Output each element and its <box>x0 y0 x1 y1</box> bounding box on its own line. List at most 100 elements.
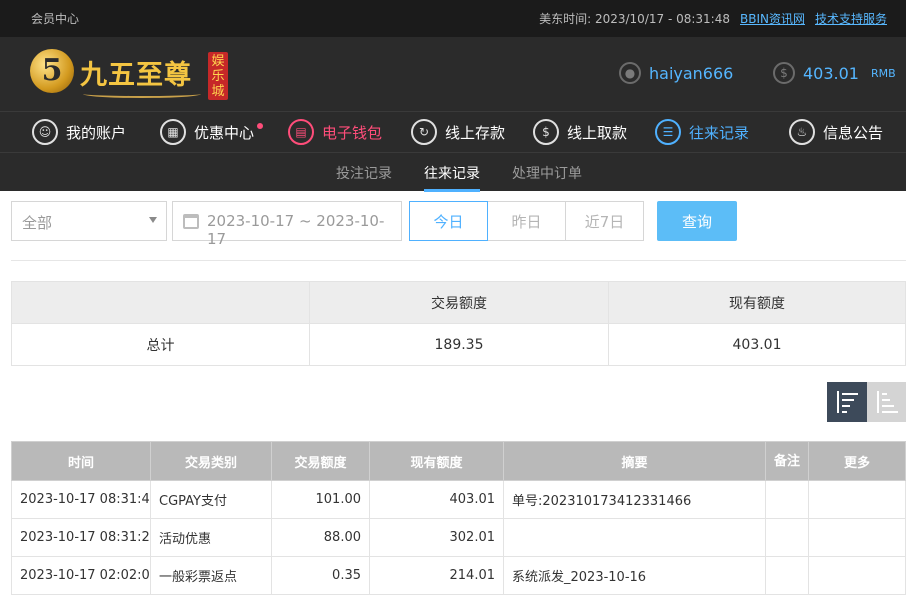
yesterday-button[interactable]: 昨日 <box>487 201 566 241</box>
bell-icon: ♨ <box>789 119 815 145</box>
summary-row: 总计 189.35 403.01 <box>11 323 906 366</box>
records-header-row: 时间 交易类别 交易额度 现有额度 摘要 备注 更多 <box>11 441 906 481</box>
bbin-info-link[interactable]: BBIN资讯网 <box>740 10 805 27</box>
type-select-value: 全部 <box>22 214 53 232</box>
summary-table: 交易额度 现有额度 总计 189.35 403.01 <box>11 281 906 366</box>
cell-summary: 系统派发_2023-10-16 <box>503 556 766 595</box>
col-header-summary: 摘要 <box>503 441 766 481</box>
summary-label: 总计 <box>11 323 310 366</box>
nav-online-withdraw[interactable]: $ 线上取款 <box>533 116 627 148</box>
nav-online-deposit[interactable]: ↻ 线上存款 <box>411 116 505 148</box>
col-header-remark: 备注 <box>765 441 809 481</box>
sort-descending-button[interactable] <box>827 382 867 422</box>
brand-logo[interactable]: 5 九五至尊 娱乐城 <box>28 45 233 103</box>
cell-remark <box>765 518 809 557</box>
header: 5 九五至尊 娱乐城 ● haiyan666 $ 403.01 RMB <box>0 37 906 111</box>
user-icon: ☺ <box>32 119 58 145</box>
cell-time: 2023-10-17 08:31:44 <box>11 480 151 519</box>
nav-label: 电子钱包 <box>322 123 383 142</box>
logo-flourish <box>83 90 201 98</box>
last-7-days-button[interactable]: 近7日 <box>565 201 644 241</box>
cell-balance: 403.01 <box>369 480 504 519</box>
nav-announcements[interactable]: ♨ 信息公告 <box>789 116 883 148</box>
nav-promotions[interactable]: ▦ 优惠中心 <box>160 116 264 148</box>
brand-name: 九五至尊 <box>80 60 192 91</box>
summary-current-balance: 403.01 <box>608 323 906 366</box>
sort-ascending-button[interactable] <box>867 382 906 422</box>
nav-label: 优惠中心 <box>194 122 264 143</box>
col-header-amount: 交易额度 <box>271 441 370 481</box>
cell-balance: 214.01 <box>369 556 504 595</box>
cell-type: 一般彩票返点 <box>150 556 272 595</box>
balance-info: $ 403.01 RMB <box>773 62 896 84</box>
cell-more[interactable] <box>808 480 906 519</box>
withdraw-icon: $ <box>533 119 559 145</box>
nav-my-account[interactable]: ☺ 我的账户 <box>32 116 126 148</box>
member-center-link[interactable]: 会员中心 <box>31 10 79 27</box>
date-range-input[interactable]: 2023-10-17 ~ 2023-10-17 <box>172 201 402 248</box>
tech-support-link[interactable]: 技术支持服务 <box>815 10 887 27</box>
table-row: 2023-10-17 02:02:07 一般彩票返点 0.35 214.01 系… <box>11 556 906 595</box>
gift-icon: ▦ <box>160 119 186 145</box>
top-bar: 会员中心 美东时间: 2023/10/17 - 08:31:48 BBIN资讯网… <box>0 0 906 37</box>
table-row: 2023-10-17 08:31:24 活动优惠 88.00 302.01 <box>11 518 906 557</box>
cell-type: CGPAY支付 <box>150 480 272 519</box>
top-bar-right: 美东时间: 2023/10/17 - 08:31:48 BBIN资讯网 技术支持… <box>539 10 887 27</box>
tab-bet-records[interactable]: 投注记录 <box>336 163 392 183</box>
col-header-type: 交易类别 <box>150 441 272 481</box>
calendar-icon <box>183 214 199 229</box>
col-header-balance: 现有额度 <box>369 441 504 481</box>
table-row: 2023-10-17 08:31:44 CGPAY支付 101.00 403.0… <box>11 480 906 519</box>
cell-more[interactable] <box>808 518 906 557</box>
col-header-time: 时间 <box>11 441 151 481</box>
balance-value: 403.01 <box>803 63 859 83</box>
wallet-icon: ▤ <box>288 119 314 145</box>
record-icon: ☰ <box>655 119 681 145</box>
divider <box>11 260 906 261</box>
cell-amount: 0.35 <box>271 556 370 595</box>
query-button[interactable]: 查询 <box>657 201 737 241</box>
cell-summary: 单号:202310173412331466 <box>503 480 766 519</box>
nav-label: 往来记录 <box>689 123 750 142</box>
nav-label: 线上存款 <box>445 123 506 142</box>
main-nav: ☺ 我的账户 ▦ 优惠中心 ▤ 电子钱包 ↻ 线上存款 $ 线上取款 ☰ 往来记… <box>0 111 906 152</box>
sub-nav: 投注记录 往来记录 处理中订单 <box>0 152 906 192</box>
cell-summary <box>503 518 766 557</box>
cell-more[interactable] <box>808 556 906 595</box>
cell-time: 2023-10-17 02:02:07 <box>11 556 151 595</box>
cell-time: 2023-10-17 08:31:24 <box>11 518 151 557</box>
cell-amount: 88.00 <box>271 518 370 557</box>
currency: RMB <box>870 66 896 80</box>
sort-descending-icon <box>836 391 858 413</box>
tab-transaction-records[interactable]: 往来记录 <box>424 163 480 192</box>
type-select[interactable]: 全部 <box>11 201 167 241</box>
brand-seal: 娱乐城 <box>208 52 228 100</box>
dollar-icon: $ <box>773 62 795 84</box>
username: haiyan666 <box>649 63 734 83</box>
sort-ascending-icon <box>876 391 898 413</box>
summary-header-row: 交易额度 现有额度 <box>11 281 906 324</box>
tab-pending-orders[interactable]: 处理中订单 <box>512 163 582 183</box>
us-east-time: 美东时间: 2023/10/17 - 08:31:48 <box>539 12 730 26</box>
quick-date-group: 今日 昨日 近7日 <box>409 201 644 241</box>
today-button[interactable]: 今日 <box>409 201 488 241</box>
summary-header <box>11 281 310 324</box>
records-table: 时间 交易类别 交易额度 现有额度 摘要 备注 更多 2023-10-17 08… <box>11 441 906 595</box>
nav-label: 我的账户 <box>66 123 127 142</box>
cell-amount: 101.00 <box>271 480 370 519</box>
notification-dot <box>257 122 264 129</box>
user-avatar-icon: ● <box>619 62 641 84</box>
summary-header: 交易额度 <box>309 281 609 324</box>
summary-header: 现有额度 <box>608 281 906 324</box>
cell-balance: 302.01 <box>369 518 504 557</box>
cell-remark <box>765 556 809 595</box>
user-info[interactable]: ● haiyan666 <box>619 62 733 84</box>
deposit-icon: ↻ <box>411 119 437 145</box>
cell-remark <box>765 480 809 519</box>
nav-e-wallet[interactable]: ▤ 电子钱包 <box>288 116 382 148</box>
summary-transaction-amount: 189.35 <box>309 323 609 366</box>
col-header-more: 更多 <box>808 441 906 481</box>
nav-label: 信息公告 <box>823 123 884 142</box>
nav-label: 线上取款 <box>567 123 628 142</box>
nav-transaction-records[interactable]: ☰ 往来记录 <box>655 116 749 148</box>
